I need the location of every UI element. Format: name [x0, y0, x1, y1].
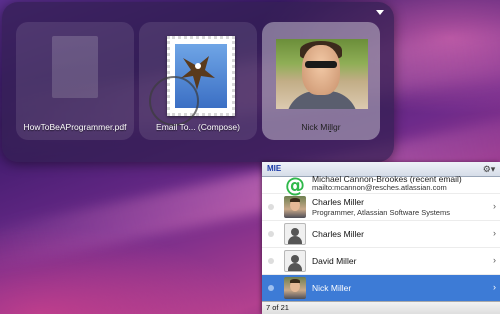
pdf-document-icon: [52, 36, 98, 98]
list-item[interactable]: David Miller ›: [262, 248, 500, 275]
launcher-panel: HowToBeAProgrammer.pdf Email To... (Comp…: [2, 2, 394, 162]
search-text: MIE: [267, 164, 282, 173]
list-item-name: Charles Miller: [312, 197, 364, 207]
status-dot: [268, 258, 274, 264]
list-item-name: David Miller: [312, 256, 357, 266]
indirect-object-pane-label: Nick Millgr: [301, 122, 341, 132]
list-item-subtitle: Programmer, Atlassian Software Systems: [312, 208, 450, 217]
list-item-name: Charles Miller: [312, 229, 364, 239]
status-dot: [268, 231, 274, 237]
list-item[interactable]: Charles Miller ›: [262, 221, 500, 248]
action-pane-label: Email To... (Compose): [156, 122, 240, 132]
result-count: 7 of 21: [266, 303, 289, 312]
chevron-right-icon[interactable]: ›: [493, 255, 496, 265]
avatar-placeholder-icon: [284, 223, 306, 245]
status-dot: [268, 204, 274, 210]
contact-photo: [276, 39, 368, 109]
list-item[interactable]: @ Michael Cannon-Brookes (recent email) …: [262, 174, 500, 196]
list-item-selected[interactable]: Nick Miller ›: [262, 275, 500, 302]
results-footer: 7 of 21: [262, 301, 500, 314]
postmark: [149, 76, 199, 126]
list-item[interactable]: Charles Miller Programmer, Atlassian Sof…: [262, 194, 500, 221]
indirect-object-pane[interactable]: Nick Millgr: [262, 22, 380, 140]
email-at-icon: @: [285, 174, 305, 196]
status-dot: [268, 285, 274, 291]
menu-arrow-icon[interactable]: [376, 10, 384, 15]
object-pane-label: HowToBeAProgrammer.pdf: [23, 122, 127, 132]
chevron-right-icon[interactable]: ›: [493, 282, 496, 292]
action-pane[interactable]: Email To... (Compose): [139, 22, 257, 140]
chevron-right-icon[interactable]: ›: [493, 228, 496, 238]
avatar: [284, 196, 306, 218]
gear-icon[interactable]: ⚙▾: [480, 163, 498, 175]
avatar: [284, 277, 306, 299]
results-list: MIE ⚙▾ @ Michael Cannon-Brookes (recent …: [262, 162, 500, 314]
list-item-subtitle: mailto:mcannon@resches.atlassian.com: [312, 183, 447, 192]
list-item-name: Nick Miller: [312, 283, 352, 293]
chevron-right-icon[interactable]: ›: [493, 201, 496, 211]
avatar-placeholder-icon: [284, 250, 306, 272]
object-pane[interactable]: HowToBeAProgrammer.pdf: [16, 22, 134, 140]
